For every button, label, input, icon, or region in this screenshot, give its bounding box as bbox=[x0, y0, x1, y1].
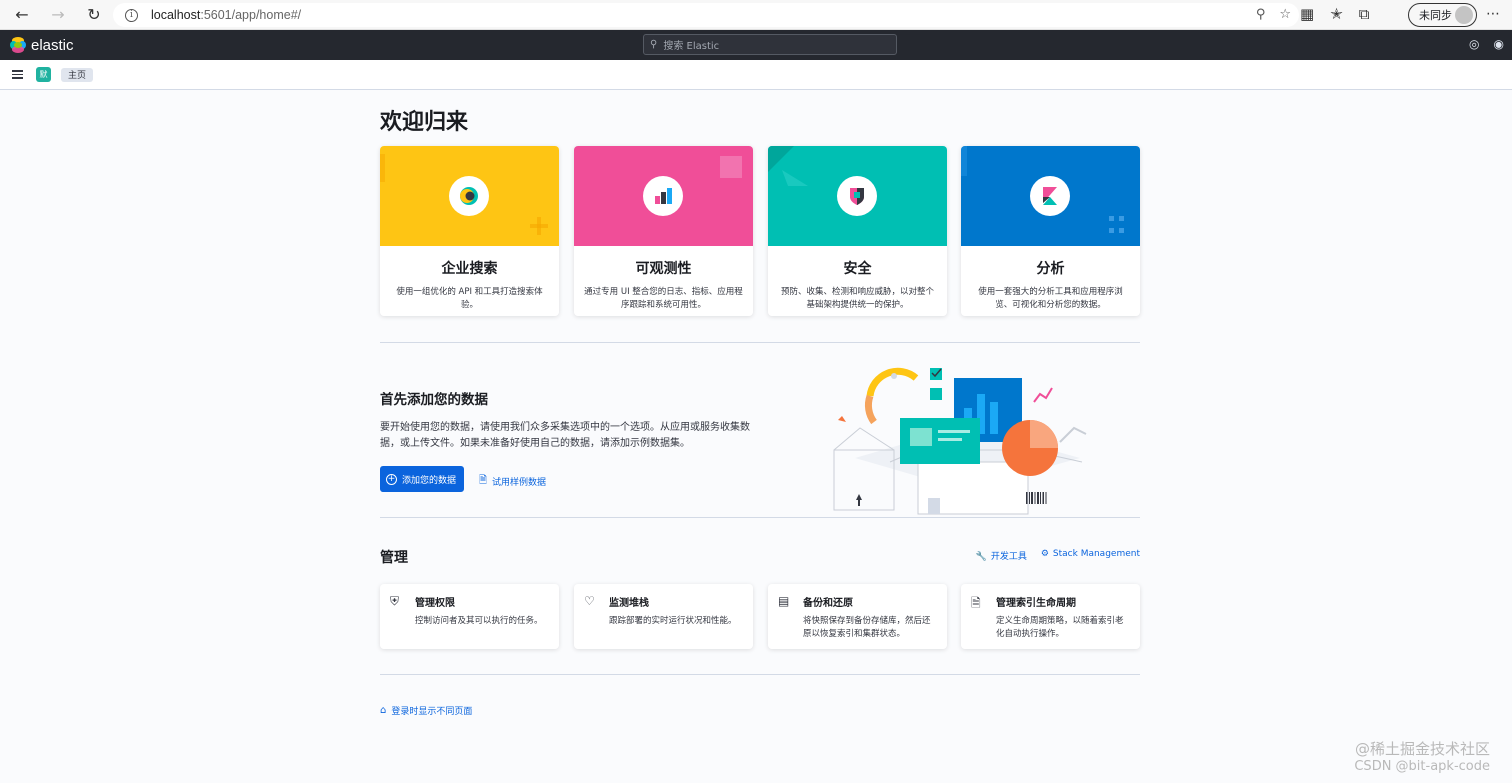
card-description: 定义生命周期策略，以随着索引老化自动执行操作。 bbox=[996, 616, 1124, 639]
url-text: localhost:5601/app/home#/ bbox=[151, 8, 302, 22]
management-card-permissions[interactable]: ⛨ 管理权限 控制访问者及其可以执行的任务。 bbox=[380, 584, 559, 649]
card-banner bbox=[574, 146, 753, 246]
menu-toggle-icon[interactable] bbox=[12, 70, 23, 79]
help-icon[interactable]: ◎ bbox=[1469, 37, 1479, 51]
info-icon[interactable]: i bbox=[125, 8, 138, 22]
page-title: 欢迎归来 bbox=[380, 110, 469, 135]
dev-tools-label: 开发工具 bbox=[990, 552, 1027, 562]
more-icon[interactable]: ⋯ bbox=[1486, 6, 1500, 22]
change-home-page-label: 登录时显示不同页面 bbox=[391, 707, 473, 717]
stack-management-label: Stack Management bbox=[1052, 549, 1140, 559]
card-title: 企业搜索 bbox=[441, 261, 498, 277]
card-description: 使用一组优化的 API 和工具打造搜索体验。 bbox=[396, 287, 543, 310]
change-home-page-link[interactable]: ⌂ 登录时显示不同页面 bbox=[380, 704, 472, 717]
kibana-icon bbox=[1030, 176, 1070, 216]
breadcrumb: 默 主页 bbox=[0, 60, 1512, 90]
collections-icon[interactable]: ⧉ bbox=[1359, 5, 1370, 23]
elastic-logo-icon bbox=[10, 37, 26, 53]
storage-icon: ▤ bbox=[778, 594, 790, 608]
divider bbox=[380, 342, 1140, 343]
user-menu-icon[interactable]: ◉ bbox=[1494, 37, 1504, 51]
breadcrumb-home[interactable]: 主页 bbox=[61, 67, 94, 82]
add-data-button-label: 添加您的数据 bbox=[402, 475, 457, 486]
observability-icon bbox=[643, 176, 683, 216]
card-title: 备份和还原 bbox=[803, 598, 853, 609]
card-banner bbox=[961, 146, 1140, 246]
card-description: 将快照保存到备份存储库，然后还原以恢复索引和集群状态。 bbox=[803, 616, 931, 639]
solution-card-observability[interactable]: 可观测性 通过专用 UI 整合您的日志、指标、应用程序跟踪和系统可用性。 bbox=[574, 146, 753, 316]
management-card-ilm[interactable]: 🗎 管理索引生命周期 定义生命周期策略，以随着索引老化自动执行操作。 bbox=[961, 584, 1140, 649]
plus-circle-icon: + bbox=[386, 473, 397, 485]
sync-button[interactable]: 未同步 bbox=[1408, 3, 1477, 27]
management-card-monitoring[interactable]: ♡ 监测堆栈 跟踪部署的实时运行状况和性能。 bbox=[574, 584, 753, 649]
divider bbox=[380, 674, 1140, 675]
logo-text: elastic bbox=[31, 36, 74, 54]
search-icon: ⚲ bbox=[650, 39, 658, 50]
card-description: 跟踪部署的实时运行状况和性能。 bbox=[609, 616, 737, 626]
management-card-backup[interactable]: ▤ 备份和还原 将快照保存到备份存储库，然后还原以恢复索引和集群状态。 bbox=[768, 584, 947, 649]
kibana-header: elastic ⚲ 搜索 Elastic ◎ ◉ bbox=[0, 30, 1512, 60]
card-banner bbox=[768, 146, 947, 246]
forward-icon[interactable]: → bbox=[40, 0, 76, 30]
security-icon bbox=[837, 176, 877, 216]
elastic-logo[interactable]: elastic bbox=[10, 37, 74, 54]
watermark: @稀土掘金技术社区 CSDN @bit-apk-code bbox=[1354, 741, 1490, 775]
enterprise-search-icon bbox=[449, 176, 489, 216]
divider bbox=[380, 517, 1140, 518]
watermark-line1: @稀土掘金技术社区 bbox=[1354, 740, 1490, 758]
card-description: 预防、收集、检测和响应威胁，以对整个基础架构提供统一的保护。 bbox=[780, 287, 934, 310]
avatar bbox=[1455, 6, 1473, 24]
sample-data-label: 试用样例数据 bbox=[492, 478, 547, 488]
card-title: 管理索引生命周期 bbox=[996, 598, 1076, 609]
document-icon: 🗎 bbox=[479, 475, 488, 486]
dev-tools-link[interactable]: 🔧 开发工具 bbox=[976, 549, 1027, 562]
gear-icon: ⚙ bbox=[1040, 549, 1049, 559]
card-title: 监测堆栈 bbox=[609, 598, 649, 609]
global-search-input[interactable]: ⚲ 搜索 Elastic bbox=[643, 34, 897, 55]
card-title: 管理权限 bbox=[415, 598, 455, 609]
card-title: 安全 bbox=[843, 261, 872, 277]
home-icon: ⌂ bbox=[380, 705, 387, 716]
shield-icon: ⛨ bbox=[390, 594, 400, 608]
add-data-description: 要开始使用您的数据，请使用我们众多采集选项中的一个选项。从应用或服务收集数据，或… bbox=[380, 422, 750, 449]
address-bar[interactable]: i localhost:5601/app/home#/ ⚲ ☆ bbox=[113, 3, 1299, 27]
solution-card-analytics[interactable]: 分析 使用一套强大的分析工具和应用程序浏览、可视化和分析您的数据。 bbox=[961, 146, 1140, 316]
solution-card-security[interactable]: 安全 预防、收集、检测和响应威胁，以对整个基础架构提供统一的保护。 bbox=[768, 146, 947, 316]
document-icon: 🗎 bbox=[971, 596, 981, 610]
stack-management-link[interactable]: ⚙ Stack Management bbox=[1041, 549, 1140, 562]
search-placeholder: 搜索 Elastic bbox=[663, 41, 720, 52]
back-icon[interactable]: ← bbox=[4, 0, 40, 30]
favorites-icon[interactable]: ✭ bbox=[1330, 5, 1343, 23]
card-title: 分析 bbox=[1036, 261, 1065, 277]
sample-data-link[interactable]: 🗎 试用样例数据 bbox=[479, 473, 546, 490]
card-title: 可观测性 bbox=[635, 261, 692, 277]
solution-card-enterprise-search[interactable]: 企业搜索 使用一组优化的 API 和工具打造搜索体验。 bbox=[380, 146, 559, 316]
add-data-button[interactable]: + 添加您的数据 bbox=[380, 466, 464, 492]
management-title: 管理 bbox=[380, 550, 408, 566]
favorite-icon[interactable]: ☆ bbox=[1279, 7, 1291, 22]
sync-label: 未同步 bbox=[1419, 9, 1452, 22]
extensions-icon[interactable]: ▦ bbox=[1300, 5, 1314, 23]
card-banner bbox=[380, 146, 559, 246]
heartbeat-icon: ♡ bbox=[584, 594, 595, 608]
space-avatar[interactable]: 默 bbox=[36, 67, 51, 82]
card-description: 通过专用 UI 整合您的日志、指标、应用程序跟踪和系统可用性。 bbox=[584, 287, 743, 310]
refresh-icon[interactable]: ↻ bbox=[76, 0, 112, 30]
watermark-line2: CSDN @bit-apk-code bbox=[1354, 759, 1490, 774]
browser-toolbar: ← → ↻ i localhost:5601/app/home#/ ⚲ ☆ ▦ … bbox=[0, 0, 1512, 30]
card-description: 控制访问者及其可以执行的任务。 bbox=[415, 616, 543, 626]
add-data-title: 首先添加您的数据 bbox=[380, 392, 488, 408]
zoom-icon[interactable]: ⚲ bbox=[1256, 7, 1266, 22]
card-description: 使用一套强大的分析工具和应用程序浏览、可视化和分析您的数据。 bbox=[978, 287, 1123, 310]
wrench-icon: 🔧 bbox=[975, 552, 987, 562]
add-data-illustration bbox=[833, 367, 1087, 515]
